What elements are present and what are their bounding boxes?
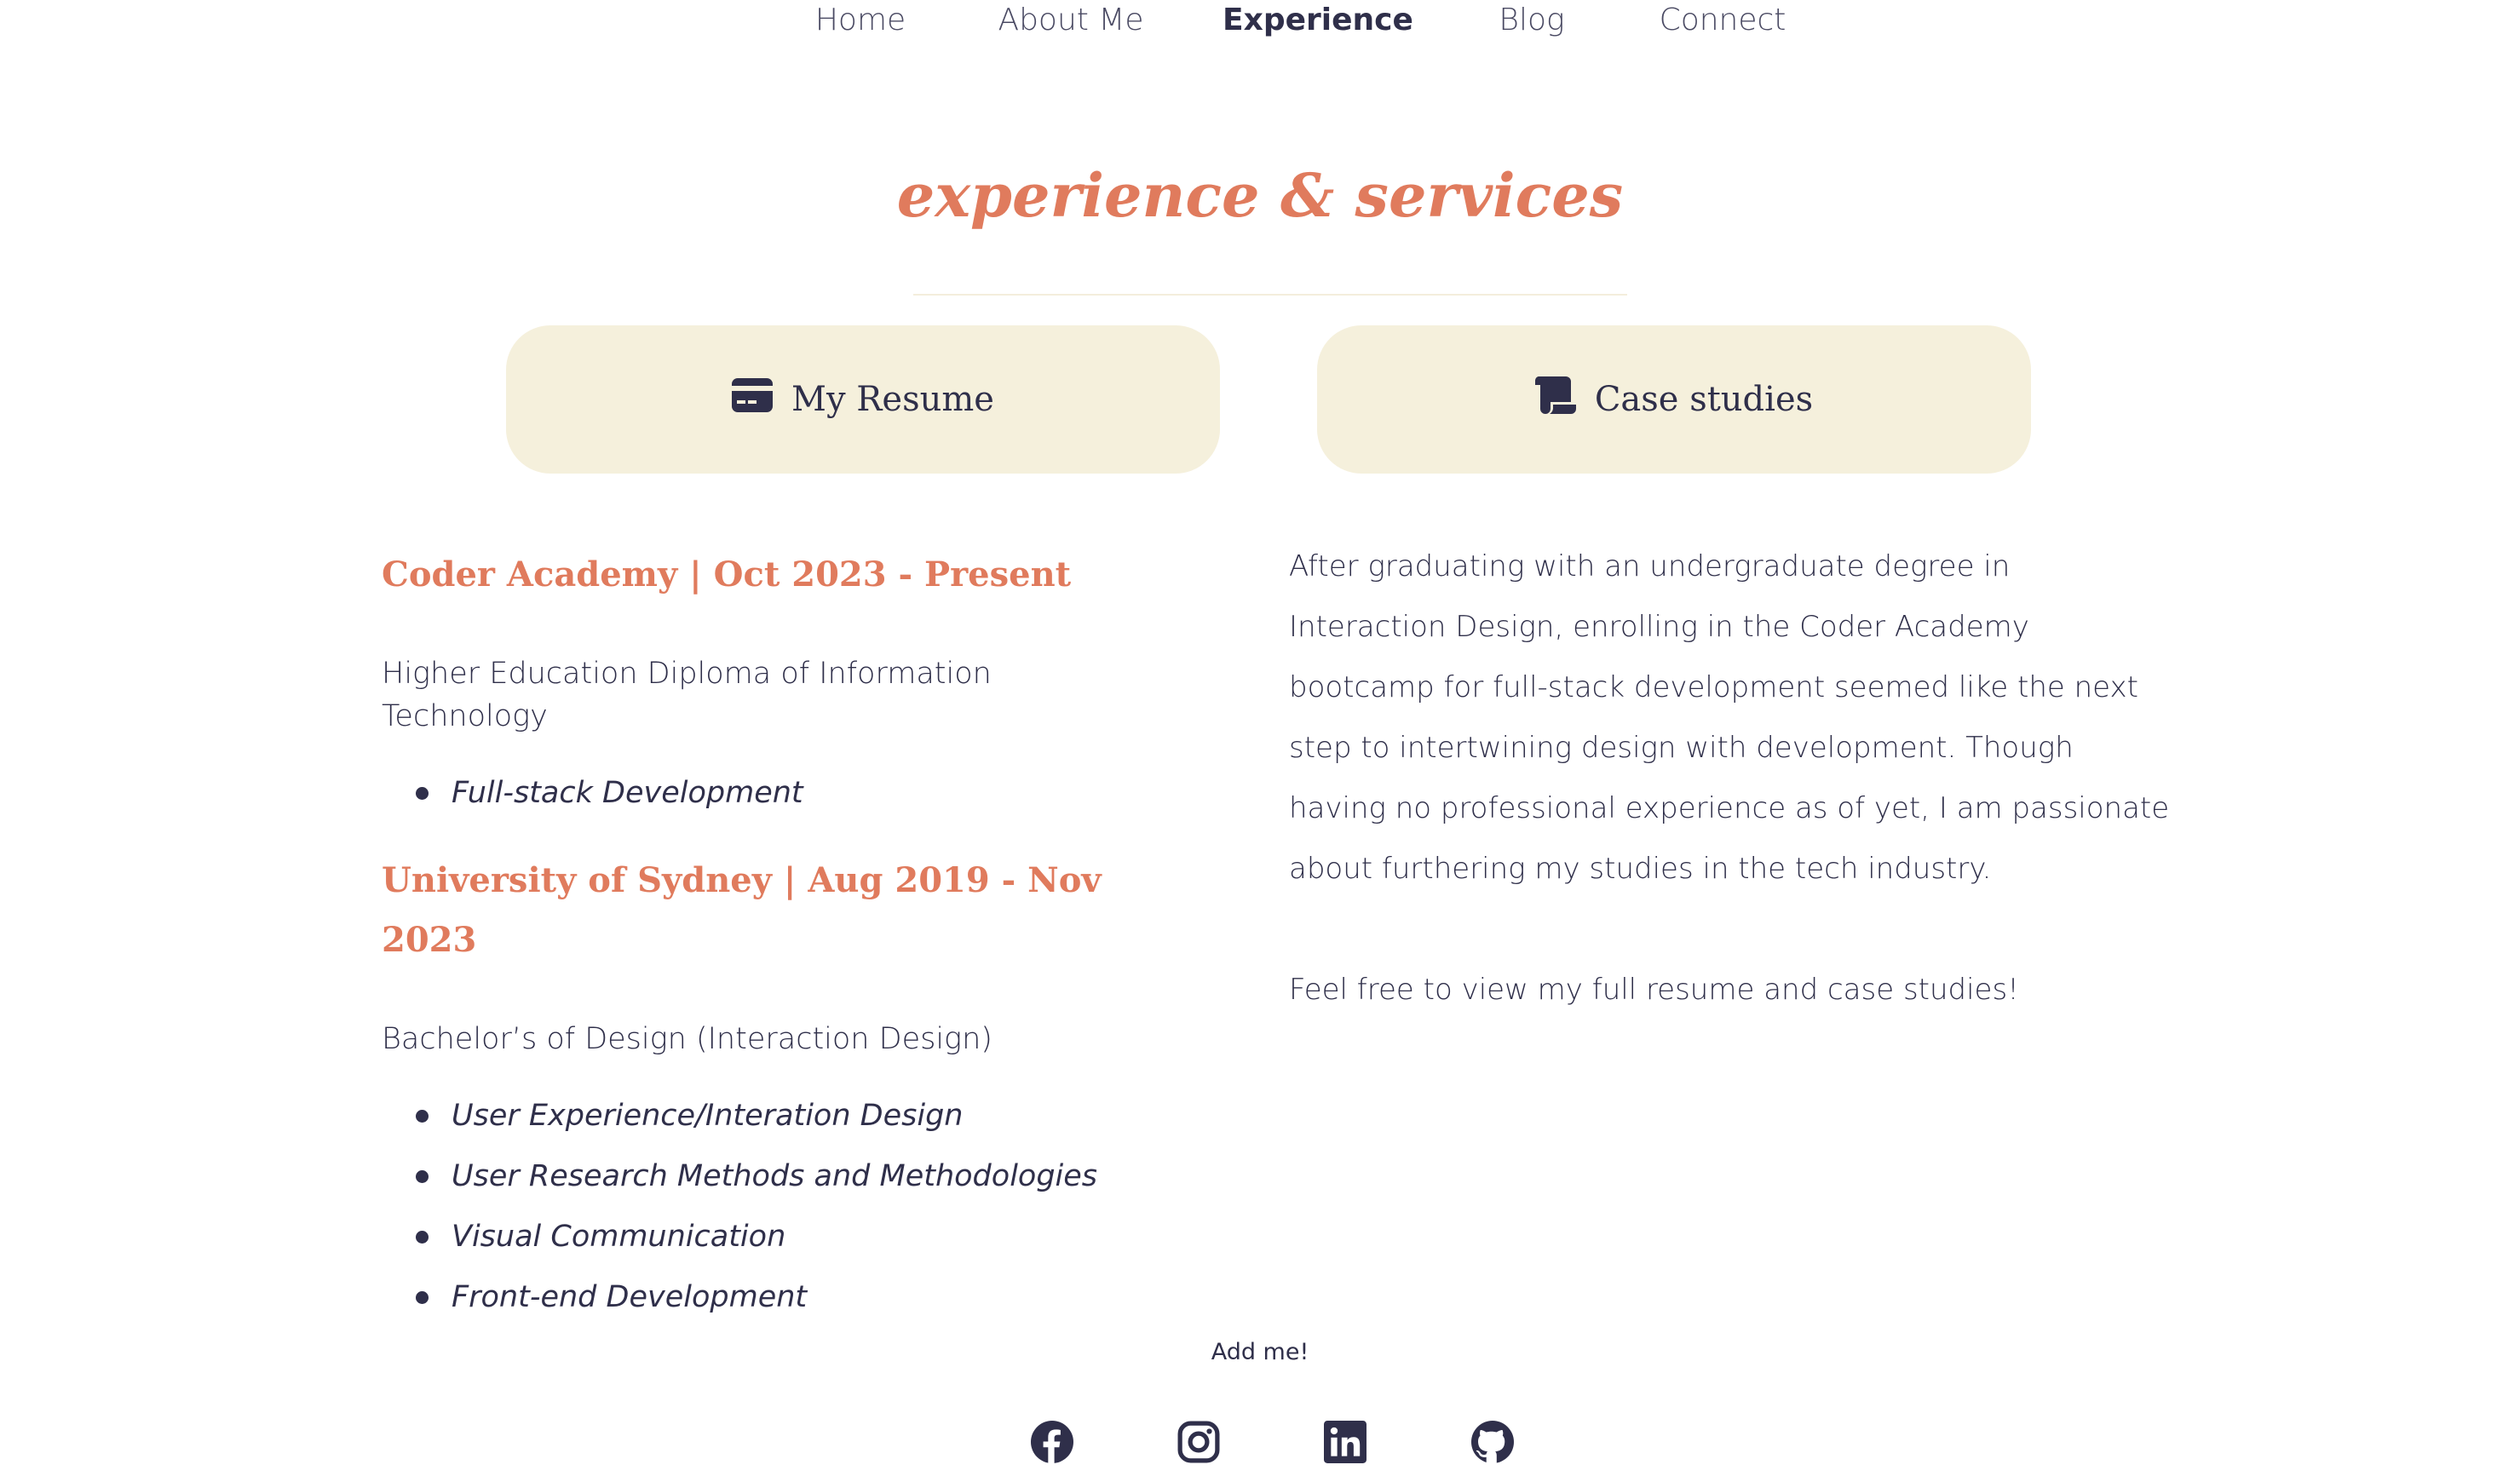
facebook-icon[interactable]: [1031, 1421, 1073, 1463]
about-experience: After graduating with an undergraduate d…: [1289, 537, 2175, 1020]
scroll-icon: [1534, 376, 1576, 422]
subject-item: Front-end Development: [382, 1267, 1148, 1328]
page: Home About Me Experience Blog Connect ex…: [0, 0, 2520, 1482]
page-title: experience & services: [896, 160, 1624, 231]
education-degree: Higher Education Diploma of Information …: [382, 657, 992, 733]
about-paragraph: After graduating with an undergraduate d…: [1289, 549, 2170, 886]
my-resume-label: My Resume: [791, 380, 994, 419]
case-studies-button[interactable]: Case studies: [1317, 325, 2031, 474]
linkedin-icon[interactable]: [1324, 1421, 1366, 1463]
credit-card-icon: [732, 376, 774, 422]
add-me-label: Add me!: [1211, 1339, 1309, 1365]
subject-item: User Research Methods and Methodologies: [382, 1146, 1148, 1207]
nav-home[interactable]: Home: [815, 0, 906, 41]
subject-list: Full-stack Development: [382, 763, 1148, 824]
instagram-icon[interactable]: [1177, 1421, 1220, 1463]
nav-about-me[interactable]: About Me: [998, 0, 1143, 41]
top-nav: Home About Me Experience Blog Connect: [0, 0, 2520, 43]
education-heading: University of Sydney | Aug 2019 - Nov 20…: [382, 860, 1102, 960]
nav-experience[interactable]: Experience: [1223, 0, 1413, 41]
my-resume-button[interactable]: My Resume: [506, 325, 1220, 474]
subject-list: User Experience/Interation Design User R…: [382, 1086, 1148, 1328]
nav-connect[interactable]: Connect: [1660, 0, 1786, 41]
education-degree: Bachelor’s of Design (Interaction Design…: [382, 1022, 992, 1056]
github-icon[interactable]: [1471, 1421, 1514, 1463]
about-paragraph-cta: Feel free to view my full resume and cas…: [1289, 973, 2019, 1007]
subject-item: Visual Communication: [382, 1207, 1148, 1267]
education-heading: Coder Academy | Oct 2023 - Present: [382, 554, 1072, 595]
nav-blog[interactable]: Blog: [1499, 0, 1564, 41]
subject-item: Full-stack Development: [382, 763, 1148, 824]
case-studies-label: Case studies: [1594, 380, 1814, 419]
education-list: Coder Academy | Oct 2023 - Present Highe…: [382, 545, 1148, 1328]
subject-item: User Experience/Interation Design: [382, 1086, 1148, 1146]
title-divider: [913, 294, 1627, 296]
